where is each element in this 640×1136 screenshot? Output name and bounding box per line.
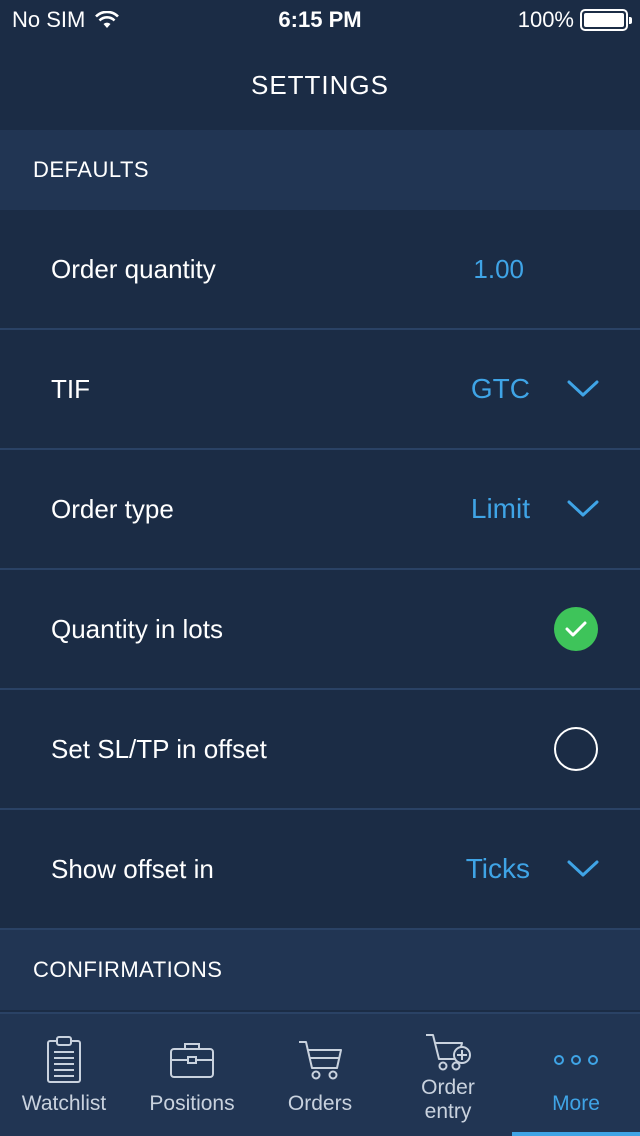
wifi-icon bbox=[95, 11, 120, 28]
tab-more-label: More bbox=[552, 1092, 600, 1115]
section-header-defaults: DEFAULTS bbox=[0, 130, 640, 210]
tif-row[interactable]: TIF GTC bbox=[0, 330, 640, 450]
sltp-offset-row[interactable]: Set SL/TP in offset bbox=[0, 690, 640, 810]
carrier-label: No SIM bbox=[12, 7, 86, 32]
tab-watchlist[interactable]: Watchlist bbox=[0, 1014, 128, 1136]
tab-orders-label: Orders bbox=[287, 1092, 353, 1115]
tif-value: GTC bbox=[470, 373, 530, 404]
tab-positions-label: Positions bbox=[149, 1092, 235, 1115]
show-offset-value: Ticks bbox=[465, 853, 530, 884]
chevron-down-icon[interactable] bbox=[566, 859, 600, 879]
tab-positions[interactable]: Positions bbox=[128, 1014, 256, 1136]
order-type-label: Order type bbox=[51, 493, 174, 524]
section-header-confirmations: CONFIRMATIONS bbox=[0, 930, 640, 1010]
tab-orders[interactable]: Orders bbox=[256, 1014, 384, 1136]
chevron-down-icon[interactable] bbox=[566, 499, 600, 519]
tab-order-entry[interactable]: Order entry bbox=[384, 1014, 512, 1136]
chevron-down-icon[interactable] bbox=[566, 379, 600, 399]
order-type-value: Limit bbox=[470, 493, 530, 524]
order-quantity-value[interactable]: 1.00 bbox=[473, 254, 524, 285]
more-dots-icon bbox=[554, 1055, 598, 1065]
order-quantity-row[interactable]: Order quantity 1.00 bbox=[0, 210, 640, 330]
quantity-in-lots-label: Quantity in lots bbox=[51, 613, 223, 644]
battery-icon bbox=[580, 9, 632, 31]
cart-icon bbox=[299, 1041, 342, 1080]
clipboard-icon bbox=[47, 1036, 81, 1083]
briefcase-icon bbox=[170, 1043, 214, 1078]
settings-screen: No SIM 6:15 PM 100% SETTINGS DEFAULTS Or… bbox=[0, 0, 640, 1136]
tab-more[interactable]: More bbox=[512, 1014, 640, 1136]
order-quantity-label: Order quantity bbox=[51, 253, 216, 284]
show-offset-row[interactable]: Show offset in Ticks bbox=[0, 810, 640, 930]
quantity-in-lots-row[interactable]: Quantity in lots bbox=[0, 570, 640, 690]
tab-order-entry-label: Order entry bbox=[421, 1076, 475, 1123]
page-title: SETTINGS bbox=[250, 69, 389, 100]
sltp-offset-label: Set SL/TP in offset bbox=[51, 733, 267, 764]
tab-watchlist-label: Watchlist bbox=[21, 1092, 107, 1115]
order-type-row[interactable]: Order type Limit bbox=[0, 450, 640, 570]
show-offset-label: Show offset in bbox=[51, 853, 214, 884]
nav-bar: SETTINGS bbox=[0, 40, 640, 130]
checkmark-icon bbox=[565, 621, 587, 637]
battery-percent: 100% bbox=[517, 7, 574, 32]
tab-bar: Watchlist Positions Orders Order entry M… bbox=[0, 1012, 640, 1136]
tif-label: TIF bbox=[51, 373, 90, 404]
sltp-offset-checkbox[interactable] bbox=[554, 727, 598, 771]
cart-add-icon bbox=[426, 1034, 471, 1071]
quantity-in-lots-checkbox[interactable] bbox=[554, 607, 598, 651]
status-bar: No SIM 6:15 PM 100% bbox=[0, 0, 640, 40]
